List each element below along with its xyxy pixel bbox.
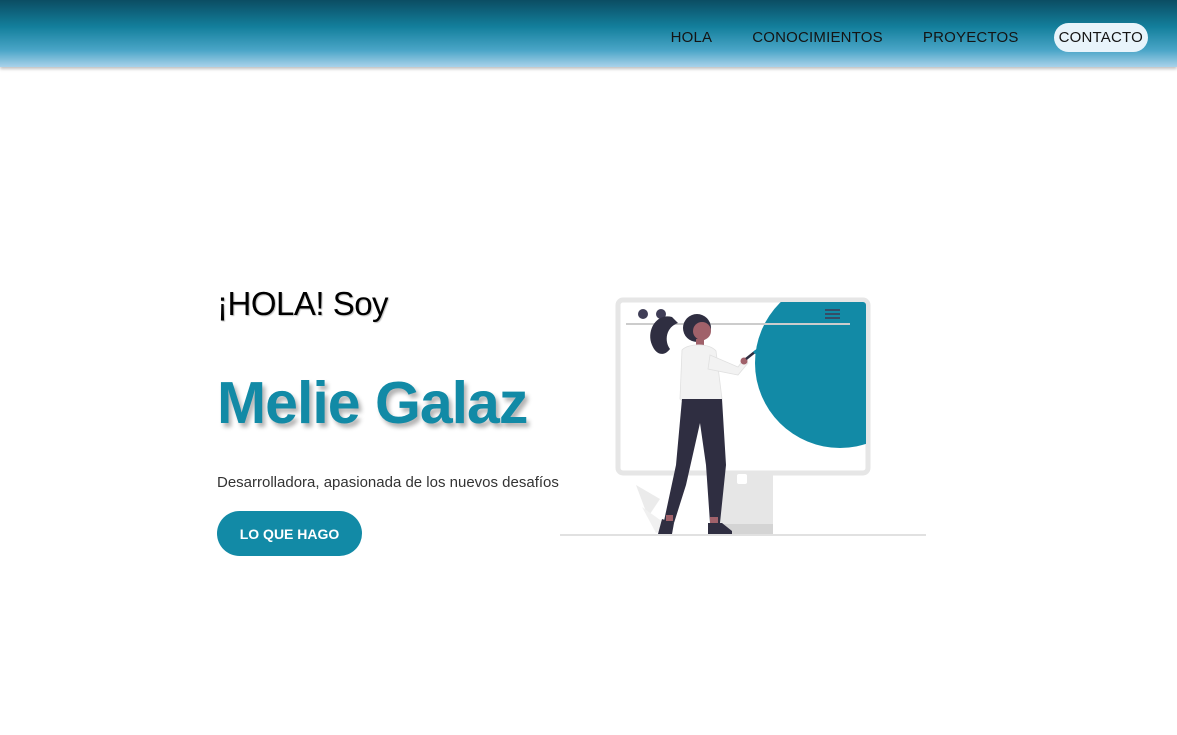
window-dot-icon — [638, 309, 648, 319]
nav-link-contacto[interactable]: CONTACTO — [1053, 23, 1148, 52]
nav-link-proyectos[interactable]: PROYECTOS — [918, 23, 1024, 52]
nav-link-conocimientos[interactable]: CONOCIMIENTOS — [747, 23, 888, 52]
top-navbar: HOLA CONOCIMIENTOS PROYECTOS CONTACTO — [0, 0, 1177, 67]
hero-name: Melie Galaz — [217, 370, 528, 436]
hero-tagline: Desarrolladora, apasionada de los nuevos… — [217, 474, 559, 491]
nav-link-hola[interactable]: HOLA — [666, 23, 718, 52]
monitor-notch — [735, 472, 749, 486]
nav-menu: HOLA CONOCIMIENTOS PROYECTOS CONTACTO — [636, 23, 1148, 52]
hero-section: ¡HOLA! Soy Melie Galaz Desarrolladora, a… — [217, 285, 577, 556]
lo-que-hago-button[interactable]: LO QUE HAGO — [217, 511, 362, 556]
developer-illustration — [560, 297, 926, 536]
hero-greeting: ¡HOLA! Soy — [217, 285, 389, 322]
